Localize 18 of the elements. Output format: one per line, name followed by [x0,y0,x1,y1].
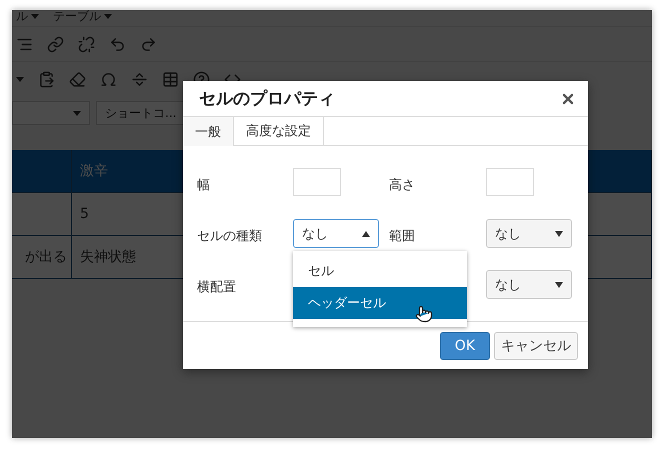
field-label: 幅 [197,177,211,194]
dropdown-select[interactable]: なし [486,270,572,300]
input-field[interactable] [486,168,534,196]
caret-down-icon [555,230,563,237]
dropdown-option[interactable]: ヘッダーセル [293,287,467,320]
cancel-button[interactable]: キャンセル [494,332,578,360]
dropdown-select[interactable]: なし [293,219,379,248]
dropdown-select[interactable]: なし [486,219,572,248]
caret-up-icon [362,230,370,237]
tab[interactable]: 一般 [183,117,234,146]
caret-down-icon [555,282,563,288]
ok-button[interactable]: OK [440,332,490,360]
field-label: 横配置 [197,279,237,296]
field-label: 高さ [389,177,416,194]
pointer-cursor-icon [415,305,433,324]
dropdown-option[interactable]: セル [293,255,467,288]
dialog-title: セルのプロパティ [199,88,335,110]
input-field[interactable] [293,168,341,196]
